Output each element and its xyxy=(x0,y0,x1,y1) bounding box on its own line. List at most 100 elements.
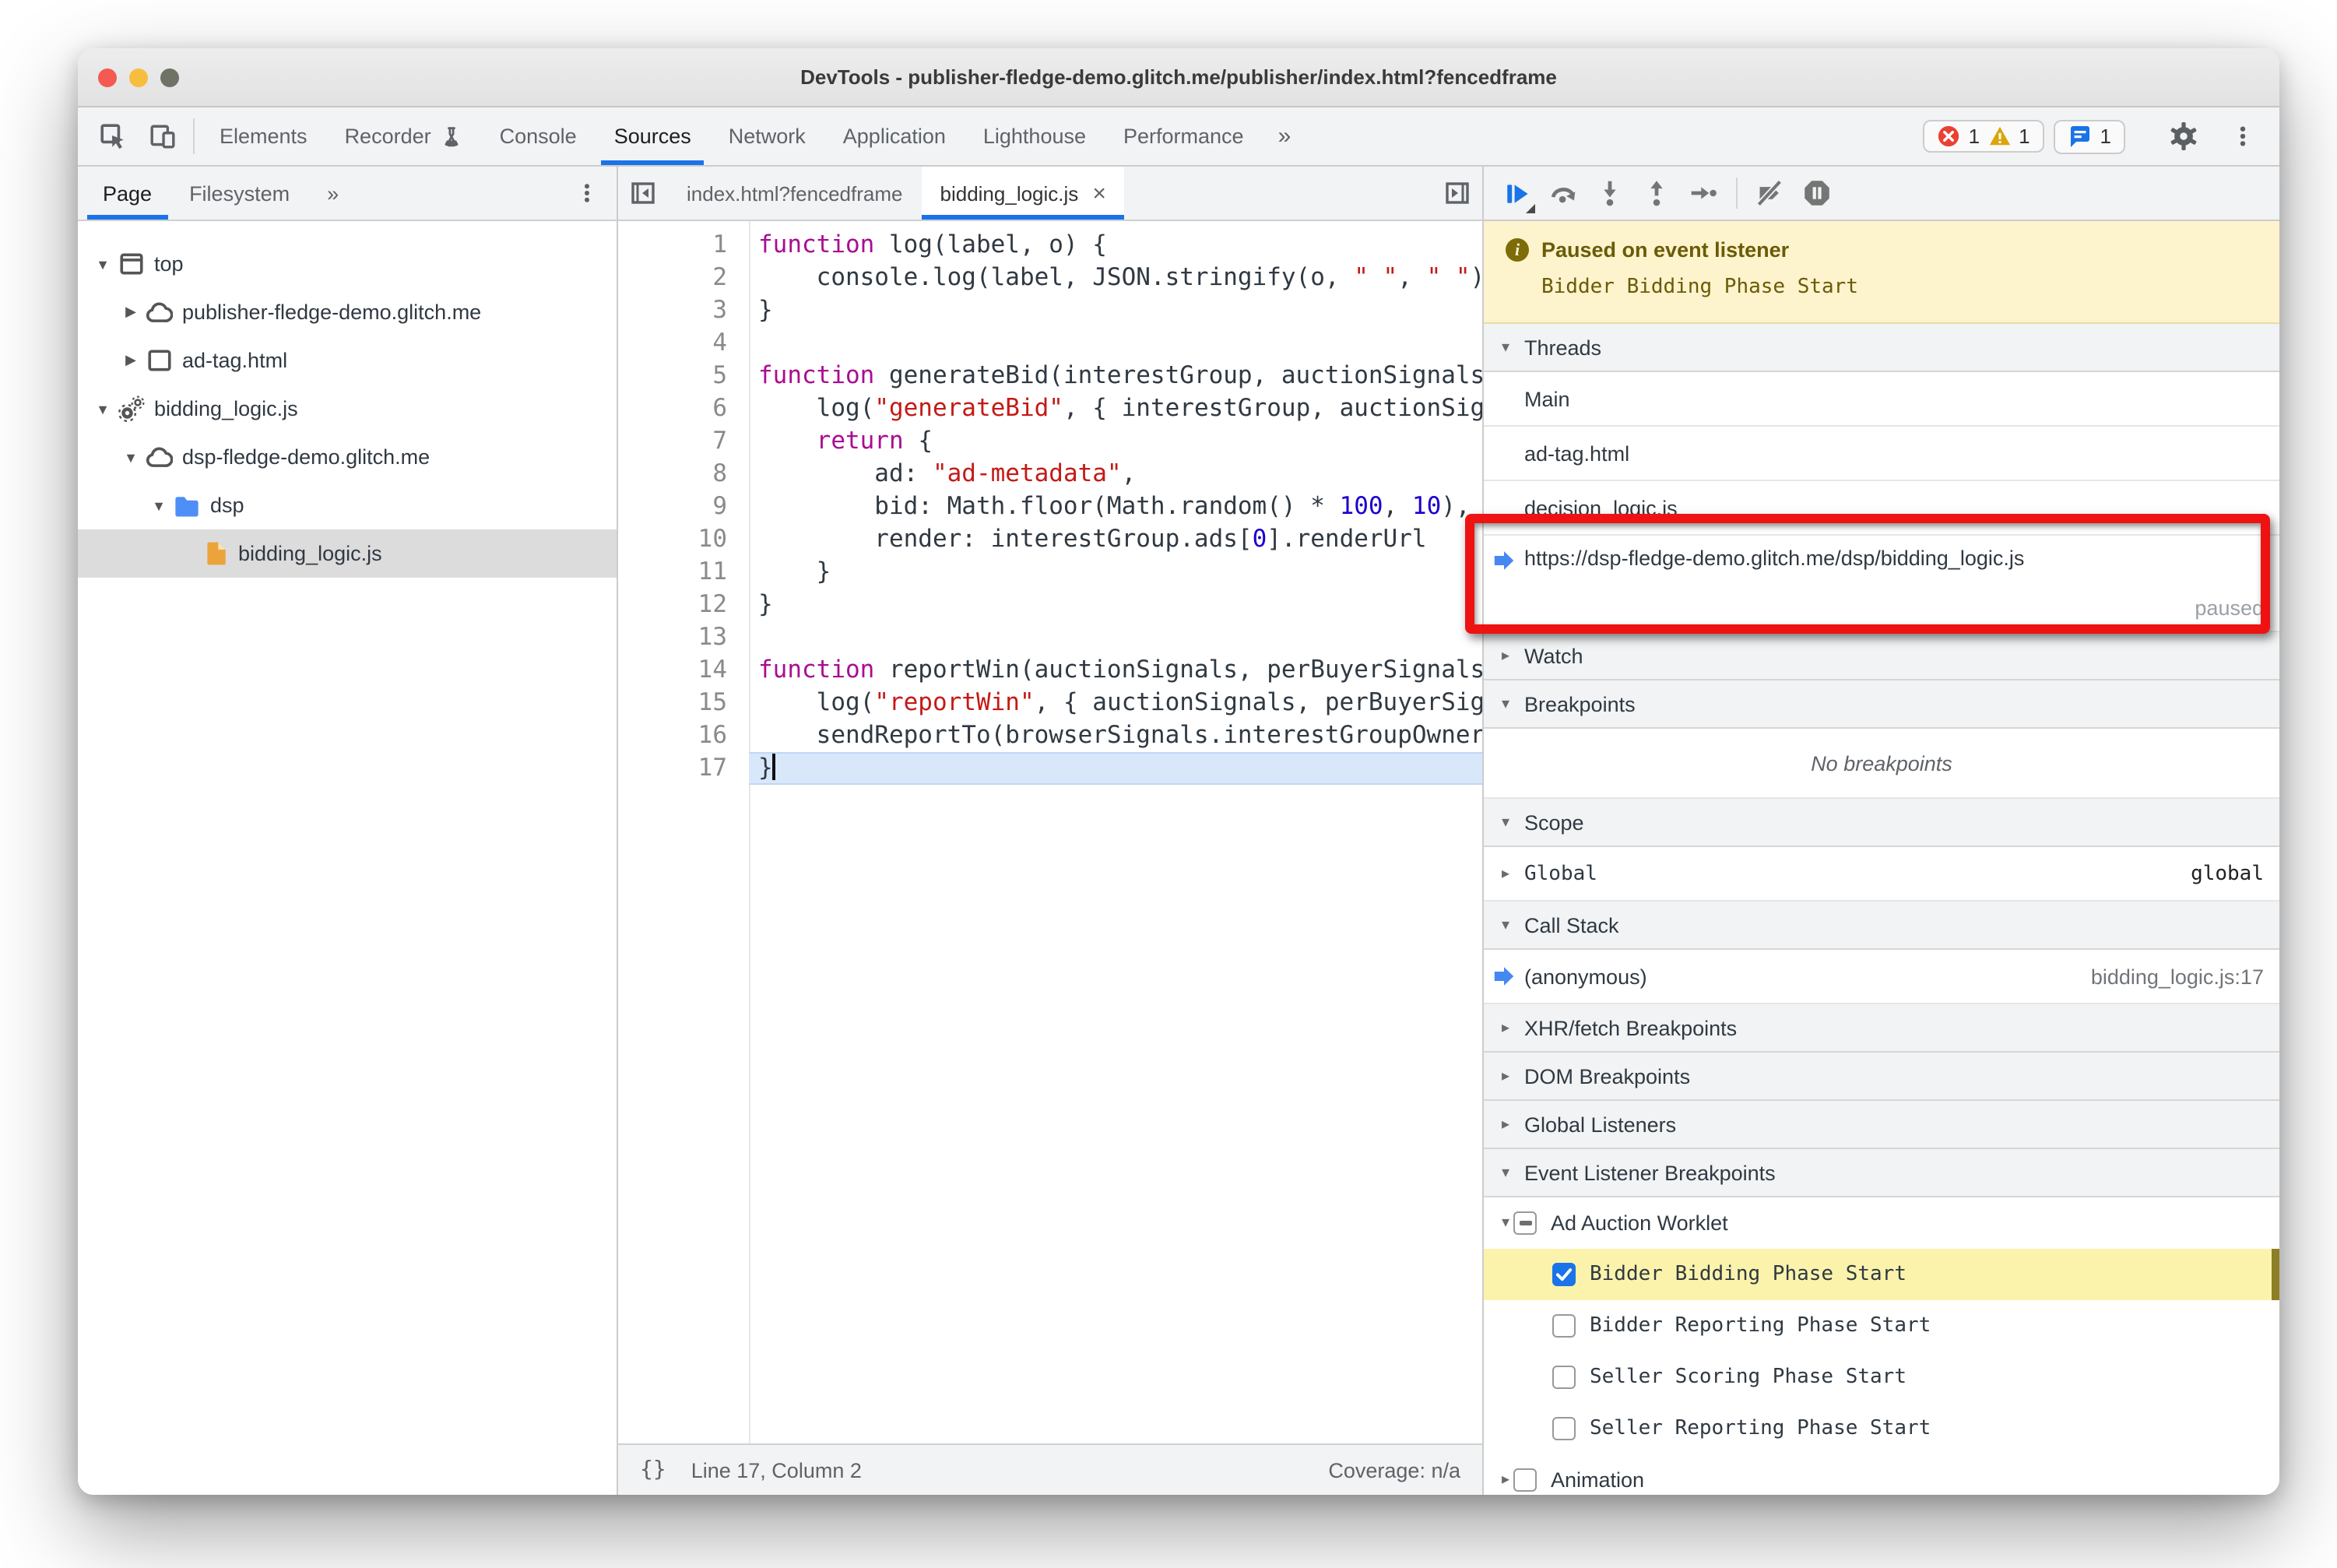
line-number[interactable]: 3 xyxy=(618,294,749,327)
checkbox-bidder-reporting-phase-start[interactable] xyxy=(1552,1314,1576,1338)
line-number[interactable]: 2 xyxy=(618,262,749,294)
thread-ad-tag-html[interactable]: ad-tag.html xyxy=(1484,427,2279,481)
checkbox-animation[interactable] xyxy=(1513,1468,1537,1492)
triangle-right-icon[interactable]: ▶ xyxy=(118,304,143,321)
line-number[interactable]: 8 xyxy=(618,458,749,490)
triangle-down-icon[interactable]: ▼ xyxy=(90,256,115,272)
line-number[interactable]: 11 xyxy=(618,556,749,589)
code-line-17[interactable]: 17} xyxy=(618,752,1482,785)
event-breakpoint-bidder-bidding-phase-start[interactable]: Bidder Bidding Phase Start xyxy=(1484,1249,2279,1300)
event-breakpoint-seller-scoring-phase-start[interactable]: Seller Scoring Phase Start xyxy=(1484,1352,2279,1403)
code-line-10[interactable]: 10 render: interestGroup.ads[0].renderUr… xyxy=(618,523,1482,556)
tab-page[interactable]: Page xyxy=(84,167,170,220)
code-line-14[interactable]: 14 function reportWin(auctionSignals, per… xyxy=(618,654,1482,687)
code-line-4[interactable]: 4 xyxy=(618,327,1482,360)
settings-button[interactable] xyxy=(2158,121,2208,151)
section-threads[interactable]: ▾ Threads xyxy=(1484,324,2279,372)
tab-filesystem[interactable]: Filesystem xyxy=(170,167,308,220)
section-xhr-breakpoints[interactable]: ▸ XHR/fetch Breakpoints xyxy=(1484,1004,2279,1053)
triangle-down-icon[interactable]: ▾ xyxy=(1498,1215,1513,1232)
triangle-right-icon[interactable]: ▸ xyxy=(1498,1471,1513,1489)
triangle-right-icon[interactable]: ▶ xyxy=(118,352,143,369)
tree-item-bidding-logic-js[interactable]: ▼ bidding_logic.js xyxy=(78,385,617,433)
pause-on-exceptions-button[interactable] xyxy=(1794,170,1840,216)
triangle-down-icon[interactable]: ▼ xyxy=(118,449,143,465)
close-tab-icon[interactable]: × xyxy=(1092,181,1106,205)
section-breakpoints[interactable]: ▾ Breakpoints xyxy=(1484,680,2279,729)
line-number[interactable]: 6 xyxy=(618,392,749,425)
navigator-menu-button[interactable] xyxy=(564,167,610,220)
event-category-animation[interactable]: ▸ Animation xyxy=(1484,1454,2279,1495)
scope-global-row[interactable]: ▸ Global global xyxy=(1484,847,2279,902)
code-viewer[interactable]: 1 function log(label, o) {2 console.log(l… xyxy=(618,221,1482,1443)
code-line-3[interactable]: 3} xyxy=(618,294,1482,327)
tab-sources[interactable]: Sources xyxy=(596,107,710,165)
editor-pane-button[interactable] xyxy=(1432,167,1482,220)
tab-performance[interactable]: Performance xyxy=(1105,107,1263,165)
section-global-listeners[interactable]: ▸ Global Listeners xyxy=(1484,1101,2279,1149)
step-over-button[interactable] xyxy=(1540,170,1587,216)
line-number[interactable]: 13 xyxy=(618,621,749,654)
code-line-12[interactable]: 12} xyxy=(618,589,1482,621)
inspect-element-button[interactable] xyxy=(87,107,137,165)
minimize-window-button[interactable] xyxy=(129,68,148,86)
line-number[interactable]: 15 xyxy=(618,687,749,719)
line-number[interactable]: 9 xyxy=(618,490,749,523)
code-line-6[interactable]: 6 log("generateBid", { interestGroup, au… xyxy=(618,392,1482,425)
code-line-5[interactable]: 5 function generateBid(interestGroup, auc… xyxy=(618,360,1482,392)
code-line-8[interactable]: 8 ad: "ad-metadata", xyxy=(618,458,1482,490)
code-line-2[interactable]: 2 console.log(label, JSON.stringify(o, "… xyxy=(618,262,1482,294)
line-number[interactable]: 4 xyxy=(618,327,749,360)
line-number[interactable]: 17 xyxy=(618,752,749,785)
errors-warnings-badge[interactable]: 1 1 xyxy=(1923,120,2044,153)
line-number[interactable]: 16 xyxy=(618,719,749,752)
line-number[interactable]: 5 xyxy=(618,360,749,392)
section-dom-breakpoints[interactable]: ▸ DOM Breakpoints xyxy=(1484,1053,2279,1101)
code-line-16[interactable]: 16 sendReportTo(browserSignals.interestG… xyxy=(618,719,1482,752)
tree-item-dsp-fledge-demo-glitch-me[interactable]: ▼ dsp-fledge-demo.glitch.me xyxy=(78,433,617,481)
line-number[interactable]: 12 xyxy=(618,589,749,621)
section-event-listener-breakpoints[interactable]: ▾ Event Listener Breakpoints xyxy=(1484,1149,2279,1197)
tree-item-ad-tag-html[interactable]: ▶ ad-tag.html xyxy=(78,336,617,385)
step-into-button[interactable] xyxy=(1587,170,1633,216)
checkbox-bidder-bidding-phase-start[interactable] xyxy=(1552,1263,1576,1286)
checkbox-ad-auction-worklet[interactable] xyxy=(1513,1211,1537,1235)
line-number[interactable]: 14 xyxy=(618,654,749,687)
code-line-7[interactable]: 7 return { xyxy=(618,425,1482,458)
call-stack-frame[interactable]: (anonymous) bidding_logic.js:17 xyxy=(1484,950,2279,1004)
triangle-down-icon[interactable]: ▼ xyxy=(90,401,115,417)
tab-console[interactable]: Console xyxy=(481,107,596,165)
tree-item-bidding-logic-js[interactable]: bidding_logic.js xyxy=(78,529,617,578)
section-watch[interactable]: ▸ Watch xyxy=(1484,632,2279,680)
issues-badge[interactable]: 1 xyxy=(2053,119,2125,153)
zoom-window-button[interactable] xyxy=(160,68,179,86)
toggle-navigator-button[interactable] xyxy=(618,167,668,220)
tab-elements[interactable]: Elements xyxy=(201,107,326,165)
deactivate-breakpoints-button[interactable] xyxy=(1747,170,1794,216)
line-number[interactable]: 10 xyxy=(618,523,749,556)
section-scope[interactable]: ▾ Scope xyxy=(1484,799,2279,847)
checkbox-seller-scoring-phase-start[interactable] xyxy=(1552,1366,1576,1389)
more-navigator-tabs-button[interactable]: » xyxy=(308,167,357,220)
file-tab-index-html-fencedframe[interactable]: index.html?fencedframe xyxy=(668,167,922,220)
code-line-11[interactable]: 11 } xyxy=(618,556,1482,589)
tree-item-top[interactable]: ▼ top xyxy=(78,240,617,288)
event-breakpoint-bidder-reporting-phase-start[interactable]: Bidder Reporting Phase Start xyxy=(1484,1300,2279,1352)
checkbox-seller-reporting-phase-start[interactable] xyxy=(1552,1417,1576,1440)
code-line-9[interactable]: 9 bid: Math.floor(Math.random() * 100, 1… xyxy=(618,490,1482,523)
section-call-stack[interactable]: ▾ Call Stack xyxy=(1484,902,2279,950)
more-tabs-button[interactable]: » xyxy=(1263,107,1307,165)
tab-lighthouse[interactable]: Lighthouse xyxy=(965,107,1105,165)
device-toolbar-button[interactable] xyxy=(137,107,187,165)
tab-recorder[interactable]: Recorder xyxy=(326,107,481,165)
line-number[interactable]: 1 xyxy=(618,229,749,262)
tree-item-dsp[interactable]: ▼ dsp xyxy=(78,481,617,529)
tab-application[interactable]: Application xyxy=(824,107,965,165)
more-options-button[interactable] xyxy=(2217,125,2267,148)
file-tab-bidding-logic-js[interactable]: bidding_logic.js × xyxy=(921,167,1125,220)
thread-main[interactable]: Main xyxy=(1484,372,2279,427)
step-button[interactable] xyxy=(1680,170,1727,216)
tree-item-publisher-fledge-demo-glitch-me[interactable]: ▶ publisher-fledge-demo.glitch.me xyxy=(78,288,617,336)
event-category-ad-auction-worklet[interactable]: ▾ Ad Auction Worklet xyxy=(1484,1197,2279,1249)
tab-network[interactable]: Network xyxy=(710,107,824,165)
